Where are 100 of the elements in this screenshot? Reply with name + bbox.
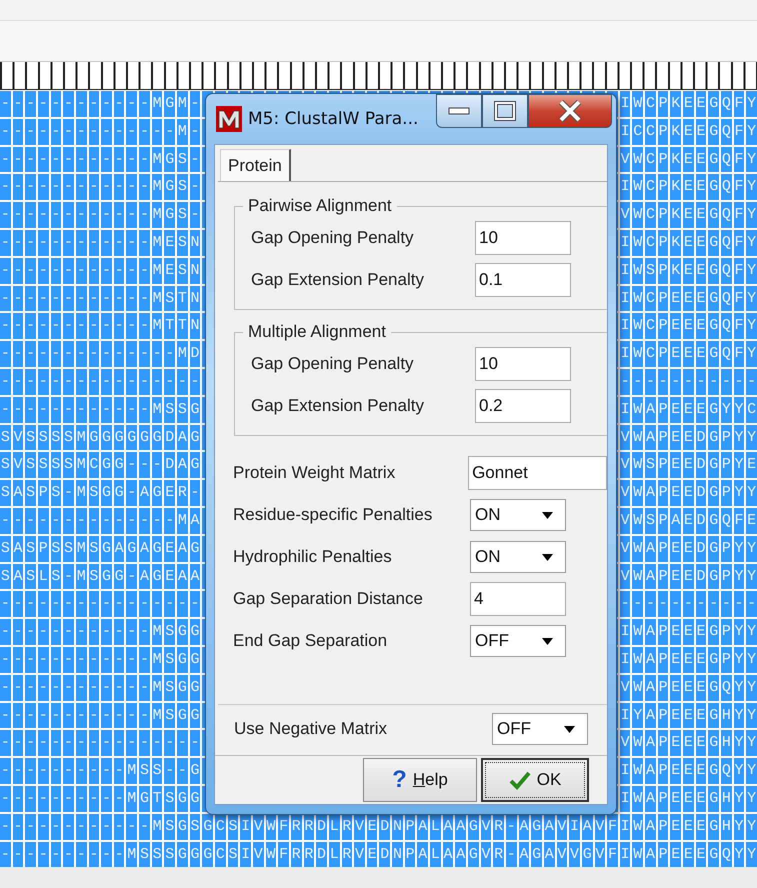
residue-cell: - — [38, 758, 49, 784]
residue-cell: E — [670, 536, 682, 562]
residue-cell: M — [126, 758, 138, 784]
residue-cell: C — [215, 842, 226, 868]
dropdown[interactable]: OFF — [492, 713, 588, 745]
residue-cell: - — [63, 286, 74, 312]
residue-cell: F — [734, 91, 744, 117]
group-title: Pairwise Alignment — [243, 196, 397, 216]
dropdown[interactable]: OFF — [470, 625, 566, 657]
residue-cell: - — [12, 174, 24, 200]
tab[interactable]: Protein — [220, 149, 291, 181]
residue-cell: A — [645, 758, 656, 784]
residue-cell: - — [38, 174, 49, 200]
residue-cell: Q — [721, 91, 732, 117]
residue-cell: - — [126, 674, 138, 701]
residue-cell: Y — [734, 842, 744, 868]
residue-cell: E — [696, 730, 706, 756]
residue-cell: I — [240, 842, 251, 868]
residue-cell: G — [708, 396, 720, 423]
residue-cell: G — [177, 842, 188, 868]
input-field[interactable]: 10 — [475, 221, 571, 255]
input-field[interactable]: 10 — [475, 347, 571, 381]
residue-cell: - — [114, 313, 124, 340]
input-field[interactable]: 0.1 — [475, 263, 571, 297]
caret-icon — [564, 726, 575, 732]
residue-cell: E — [696, 91, 706, 117]
residue-cell: - — [76, 341, 87, 367]
residue-cell: E — [683, 730, 694, 756]
residue-cell: - — [139, 341, 150, 367]
residue-cell: Q — [721, 842, 732, 868]
input-field[interactable]: Gonnet — [468, 456, 607, 490]
residue-cell: D — [316, 842, 327, 868]
residue-cell: G — [708, 480, 720, 506]
residue-cell: A — [114, 536, 124, 562]
residue-cell: N — [190, 230, 200, 256]
field-label: Gap Separation Distance — [233, 589, 424, 609]
residue-cell: - — [101, 146, 112, 172]
residue-cell: - — [139, 674, 150, 701]
residue-cell: - — [114, 368, 124, 395]
residue-cell: - — [38, 842, 49, 868]
ok-button[interactable]: OK — [481, 758, 589, 802]
residue-cell: N — [190, 258, 200, 284]
residue-cell: Y — [734, 396, 744, 423]
residue-cell: G — [202, 842, 214, 868]
residue-cell: - — [139, 368, 150, 395]
residue-cell: C — [645, 202, 656, 228]
residue-cell: E — [670, 646, 682, 673]
input-field[interactable]: 4 — [470, 582, 566, 616]
residue-cell: V — [594, 814, 606, 840]
residue-cell: A — [139, 480, 150, 506]
residue-cell: - — [139, 814, 150, 840]
residue-cell: A — [645, 674, 656, 701]
residue-cell: Y — [734, 424, 744, 450]
residue-cell: S — [164, 786, 176, 812]
residue-cell: G — [190, 674, 200, 701]
residue-cell: V — [620, 202, 630, 228]
residue-cell: - — [38, 91, 49, 117]
residue-cell: - — [76, 230, 87, 256]
residue-cell: V — [252, 842, 264, 868]
residue-cell: D — [164, 452, 176, 478]
residue-cell: - — [50, 368, 62, 395]
residue-cell: - — [126, 258, 138, 284]
residue-cell: S — [177, 174, 188, 200]
residue-cell: Y — [746, 146, 757, 172]
residue-cell: A — [518, 842, 530, 868]
residue-cell: G — [531, 842, 542, 868]
residue-cell: M — [177, 508, 188, 534]
residue-cell: - — [88, 591, 100, 618]
maximize-button[interactable] — [482, 94, 528, 128]
residue-cell: G — [101, 480, 112, 506]
residue-cell: S — [177, 146, 188, 172]
residue-cell: - — [721, 368, 732, 395]
window-title: M5: ClustalW Para... — [248, 109, 418, 129]
minimize-button[interactable] — [436, 94, 482, 128]
residue-cell: - — [101, 202, 112, 228]
residue-cell: K — [670, 118, 682, 145]
residue-cell: - — [63, 118, 74, 145]
residue-cell: - — [25, 619, 36, 645]
residue-cell: W — [632, 619, 644, 645]
input-field[interactable]: 0.2 — [475, 389, 571, 423]
residue-cell: - — [25, 814, 36, 840]
dropdown[interactable]: ON — [470, 541, 566, 573]
residue-cell: E — [683, 146, 694, 172]
residue-cell: - — [76, 842, 87, 868]
residue-cell: K — [670, 91, 682, 117]
close-button[interactable] — [528, 94, 612, 128]
residue-cell: - — [114, 230, 124, 256]
help-button[interactable]: ? Help — [363, 758, 477, 802]
residue-cell: W — [632, 730, 644, 756]
residue-cell: Y — [734, 452, 744, 478]
residue-cell: - — [50, 396, 62, 423]
residue-cell: - — [0, 341, 11, 367]
residue-cell: - — [114, 146, 124, 172]
residue-cell: - — [63, 674, 74, 701]
dropdown[interactable]: ON — [470, 499, 566, 531]
residue-cell: - — [63, 730, 74, 756]
residue-cell: E — [696, 619, 706, 645]
residue-cell: C — [88, 452, 100, 478]
residue-cell: - — [114, 286, 124, 312]
residue-cell: - — [506, 814, 517, 840]
